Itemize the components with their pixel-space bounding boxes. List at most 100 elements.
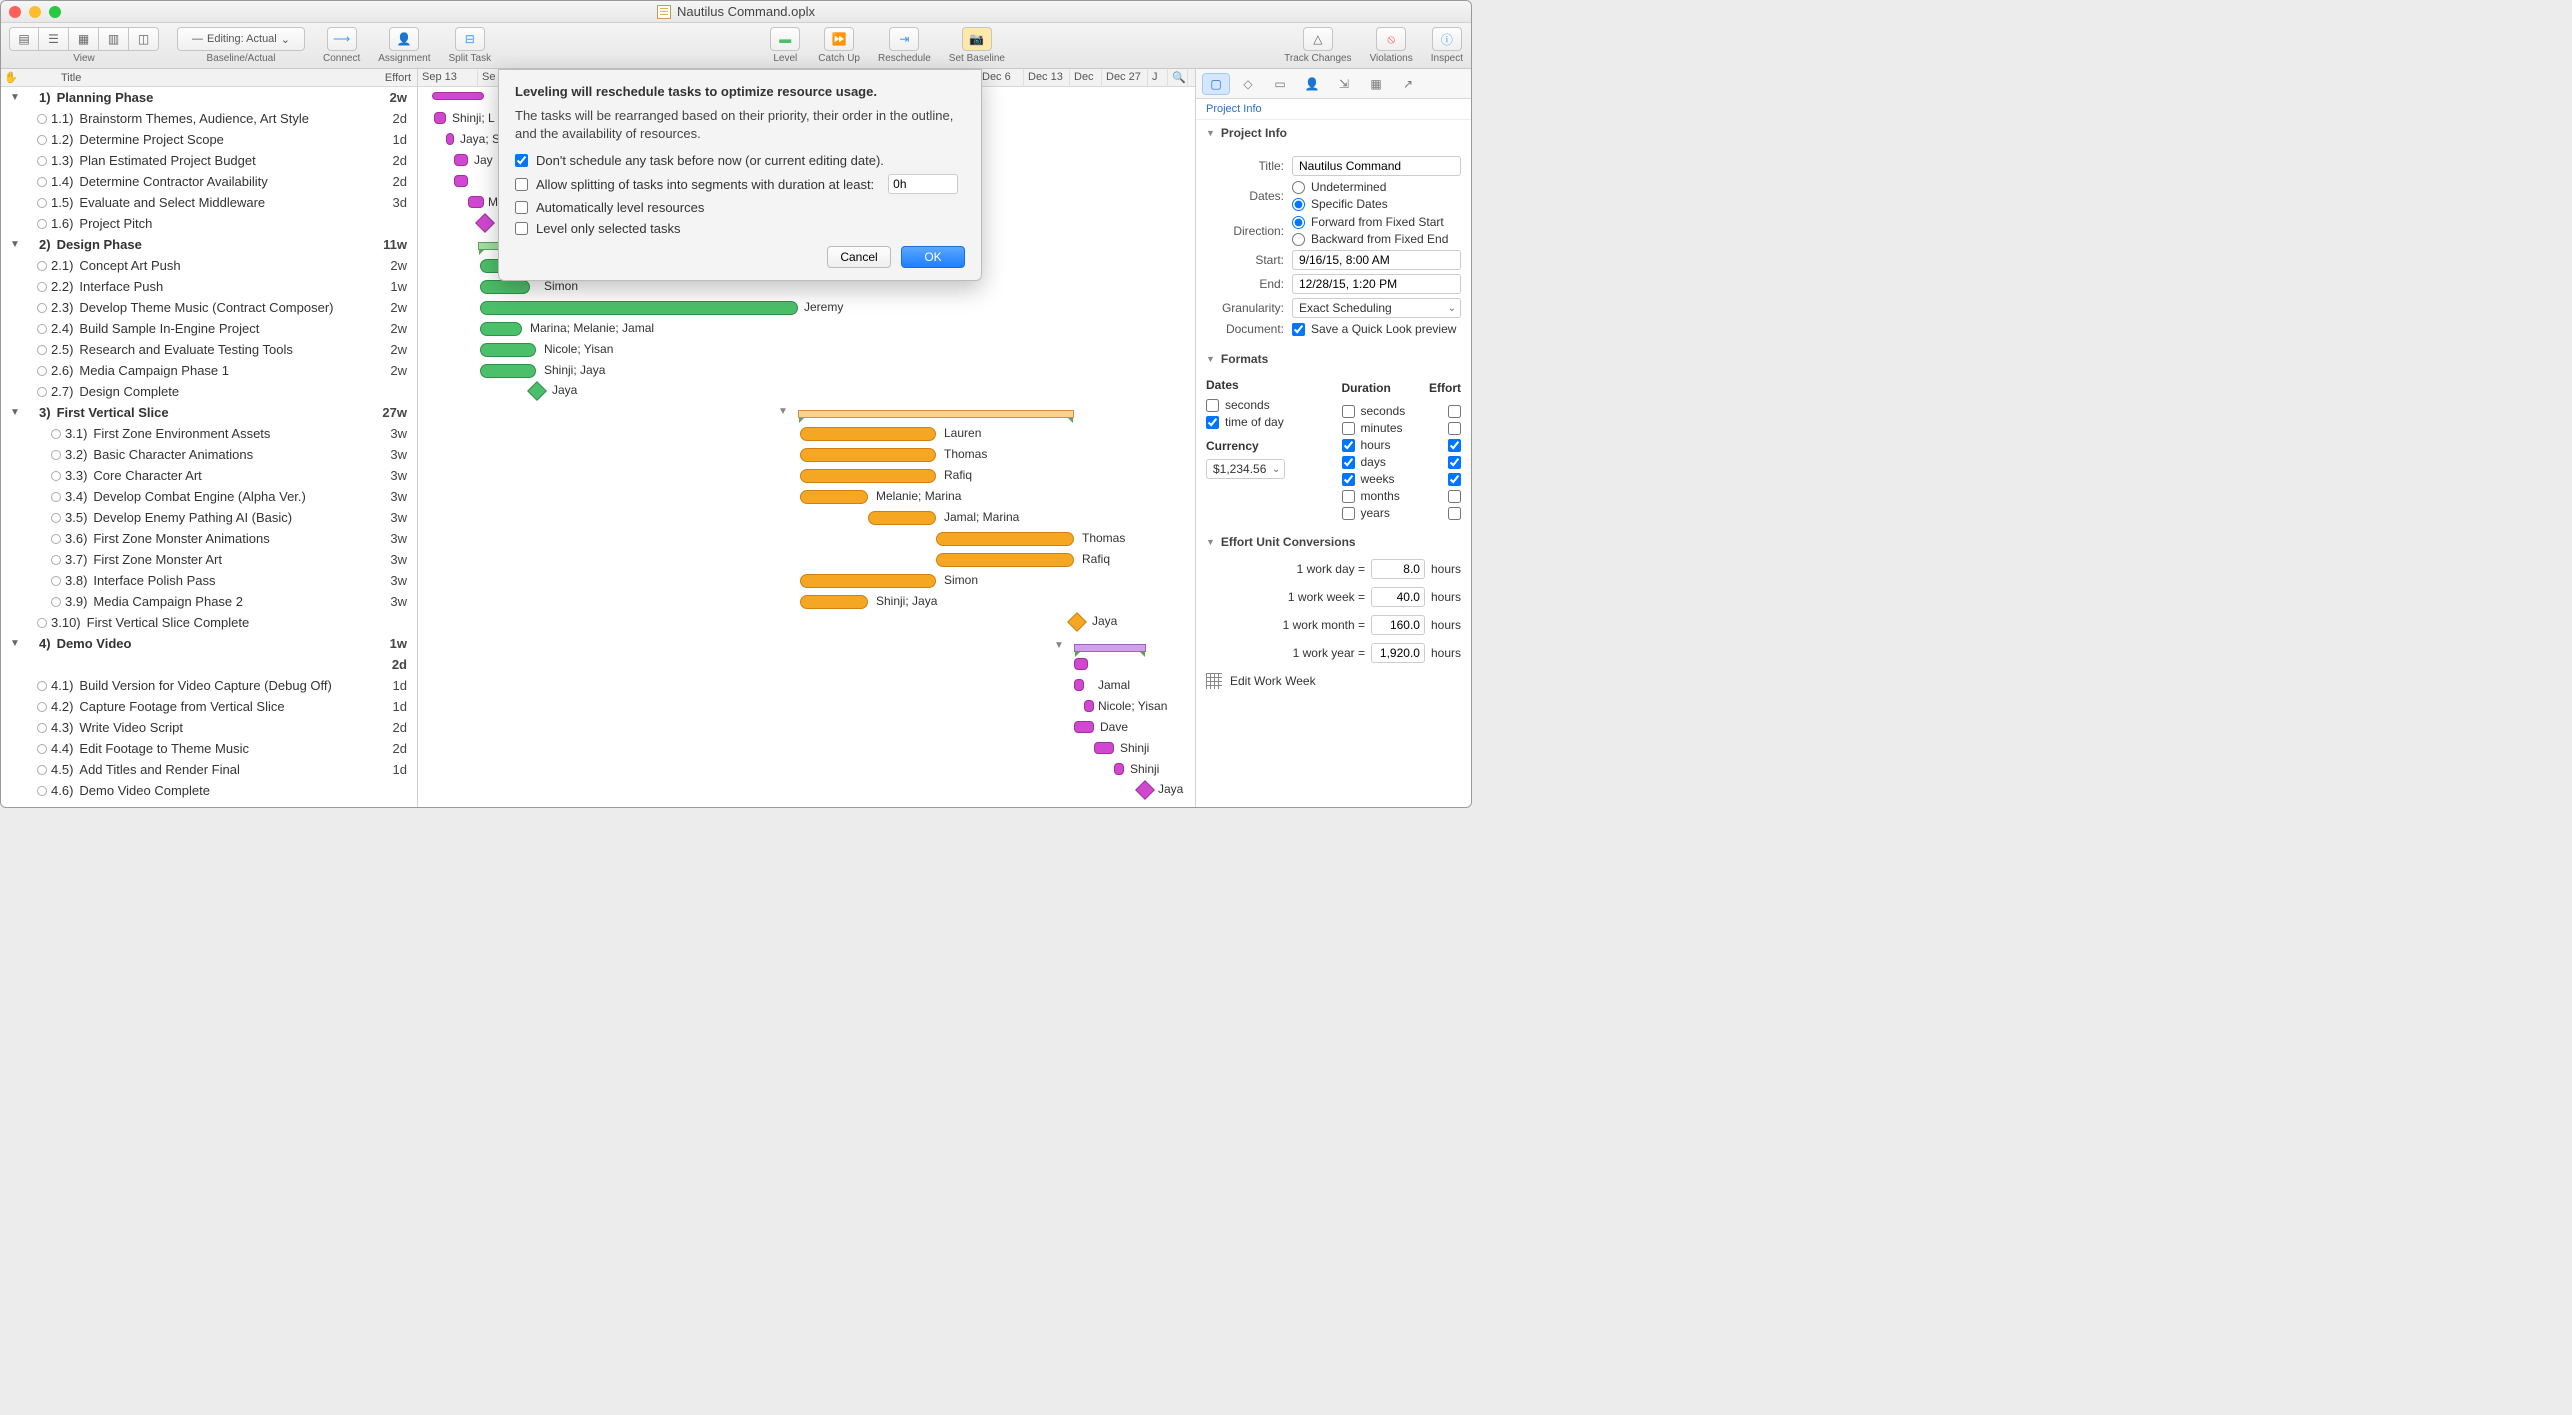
task-row[interactable]: 3.1)First Zone Environment Assets3w <box>1 423 417 444</box>
bar-1-1[interactable] <box>434 112 446 124</box>
hand-icon[interactable]: ✋ <box>1 71 21 84</box>
task-row[interactable]: 2.6)Media Campaign Phase 12w <box>1 360 417 381</box>
minimize-icon[interactable] <box>29 6 41 18</box>
task-row[interactable]: ▼1)Planning Phase2w <box>1 87 417 108</box>
collapse-caret-4[interactable]: ▼ <box>1054 640 1064 651</box>
status-bullet[interactable] <box>37 366 47 376</box>
tab-table[interactable]: ▦ <box>1362 73 1390 95</box>
title-input[interactable] <box>1292 156 1461 176</box>
bar-4-4[interactable] <box>1094 742 1114 754</box>
task-row[interactable]: 1.6)Project Pitch <box>1 213 417 234</box>
disclosure-icon[interactable]: ▼ <box>9 92 21 103</box>
inspect-button[interactable]: ⓘ <box>1432 27 1462 51</box>
task-row[interactable]: 3.5)Develop Enemy Pathing AI (Basic)3w <box>1 507 417 528</box>
tab-export[interactable]: ↗ <box>1394 73 1422 95</box>
tab-project-info[interactable]: ▢ <box>1202 73 1230 95</box>
tab-custom[interactable]: ⇲ <box>1330 73 1358 95</box>
status-bullet[interactable] <box>51 492 61 502</box>
tab-milestones[interactable]: ◇ <box>1234 73 1262 95</box>
dur-seconds[interactable] <box>1342 405 1355 418</box>
status-bullet[interactable] <box>51 534 61 544</box>
baseline-actual-select[interactable]: — Editing: Actual ⌄ <box>177 27 305 51</box>
task-row[interactable]: 3.10)First Vertical Slice Complete <box>1 612 417 633</box>
task-row[interactable]: 4.6)Demo Video Complete <box>1 780 417 801</box>
eff-seconds[interactable] <box>1448 405 1461 418</box>
opt-auto-level[interactable]: Automatically level resources <box>515 200 965 215</box>
eff-hours[interactable] <box>1448 439 1461 452</box>
bar-3-1[interactable] <box>800 427 936 441</box>
collapse-caret-3[interactable]: ▼ <box>778 406 788 417</box>
connect-button[interactable]: ⟶ <box>327 27 357 51</box>
task-row[interactable]: 4.4)Edit Footage to Theme Music2d <box>1 738 417 759</box>
track-changes-button[interactable]: △ <box>1303 27 1333 51</box>
status-bullet[interactable] <box>51 429 61 439</box>
task-row[interactable]: 3.8)Interface Polish Pass3w <box>1 570 417 591</box>
status-bullet[interactable] <box>37 177 47 187</box>
task-row[interactable]: 3.4)Develop Combat Engine (Alpha Ver.)3w <box>1 486 417 507</box>
task-row[interactable]: ▼2)Design Phase11w <box>1 234 417 255</box>
task-row[interactable]: 2.2)Interface Push1w <box>1 276 417 297</box>
col-title[interactable]: Title <box>21 72 369 84</box>
task-row[interactable]: 1.5)Evaluate and Select Middleware3d <box>1 192 417 213</box>
task-row[interactable]: 3.6)First Zone Monster Animations3w <box>1 528 417 549</box>
eff-days[interactable] <box>1448 456 1461 469</box>
status-bullet[interactable] <box>51 555 61 565</box>
bar-1-5[interactable] <box>468 196 484 208</box>
fmt-seconds[interactable]: seconds <box>1206 398 1326 412</box>
task-row[interactable]: 1.1)Brainstorm Themes, Audience, Art Sty… <box>1 108 417 129</box>
status-bullet[interactable] <box>37 723 47 733</box>
status-bullet[interactable] <box>37 303 47 313</box>
bar-3-6[interactable] <box>936 532 1074 546</box>
section-formats[interactable]: Formats <box>1196 346 1471 372</box>
task-row[interactable]: 2.3)Develop Theme Music (Contract Compos… <box>1 297 417 318</box>
bar-1-3[interactable] <box>454 154 468 166</box>
bar-4-5[interactable] <box>1114 763 1124 775</box>
gh-dec6[interactable]: Dec 6 <box>978 69 1024 86</box>
gh-j[interactable]: J <box>1148 69 1168 86</box>
status-bullet[interactable] <box>37 345 47 355</box>
task-row[interactable]: 1.2)Determine Project Scope1d <box>1 129 417 150</box>
section-project-info[interactable]: Project Info <box>1196 120 1471 146</box>
eff-months[interactable] <box>1448 490 1461 503</box>
conv-year-input[interactable] <box>1371 643 1425 663</box>
task-row[interactable]: 2.5)Research and Evaluate Testing Tools2… <box>1 339 417 360</box>
gh-sep13[interactable]: Sep 13 <box>418 69 478 86</box>
view-outline-button[interactable]: ☰ <box>39 27 69 51</box>
milestone-3-10[interactable] <box>1067 612 1087 632</box>
bar-2-4[interactable] <box>480 322 522 336</box>
task-row[interactable]: 4.3)Write Video Script2d <box>1 717 417 738</box>
search-icon[interactable]: 🔍 <box>1168 69 1188 86</box>
assignment-button[interactable]: 👤 <box>389 27 419 51</box>
task-row[interactable]: ▼4)Demo Video1w <box>1 633 417 654</box>
bar-3-4[interactable] <box>800 490 868 504</box>
status-bullet[interactable] <box>37 324 47 334</box>
status-bullet[interactable] <box>37 156 47 166</box>
section-conversions[interactable]: Effort Unit Conversions <box>1196 529 1471 555</box>
end-input[interactable] <box>1292 274 1461 294</box>
bar-1-4[interactable] <box>454 175 468 187</box>
tab-resources[interactable]: 👤 <box>1298 73 1326 95</box>
dates-specific[interactable]: Specific Dates <box>1292 197 1461 211</box>
milestone-1-6[interactable] <box>475 213 495 233</box>
status-bullet[interactable] <box>37 198 47 208</box>
eff-weeks[interactable] <box>1448 473 1461 486</box>
bar-3-3[interactable] <box>800 469 936 483</box>
start-input[interactable] <box>1292 250 1461 270</box>
status-bullet[interactable] <box>37 786 47 796</box>
view-resource-button[interactable]: ▥ <box>99 27 129 51</box>
task-row[interactable]: 1.3)Plan Estimated Project Budget2d <box>1 150 417 171</box>
task-row[interactable]: 4.1)Build Version for Video Capture (Deb… <box>1 675 417 696</box>
bar-3-9[interactable] <box>800 595 868 609</box>
dates-undetermined[interactable]: Undetermined <box>1292 180 1461 194</box>
status-bullet[interactable] <box>51 576 61 586</box>
disclosure-icon[interactable]: ▼ <box>9 407 21 418</box>
bar-3-7[interactable] <box>936 553 1074 567</box>
eff-minutes[interactable] <box>1448 422 1461 435</box>
task-row[interactable]: ▼3)First Vertical Slice27w <box>1 402 417 423</box>
task-row[interactable]: 3.3)Core Character Art3w <box>1 465 417 486</box>
view-calendar-button[interactable]: ▦ <box>69 27 99 51</box>
bar-3-2[interactable] <box>800 448 936 462</box>
dur-days[interactable] <box>1342 456 1355 469</box>
dur-months[interactable] <box>1342 490 1355 503</box>
status-bullet[interactable] <box>37 681 47 691</box>
